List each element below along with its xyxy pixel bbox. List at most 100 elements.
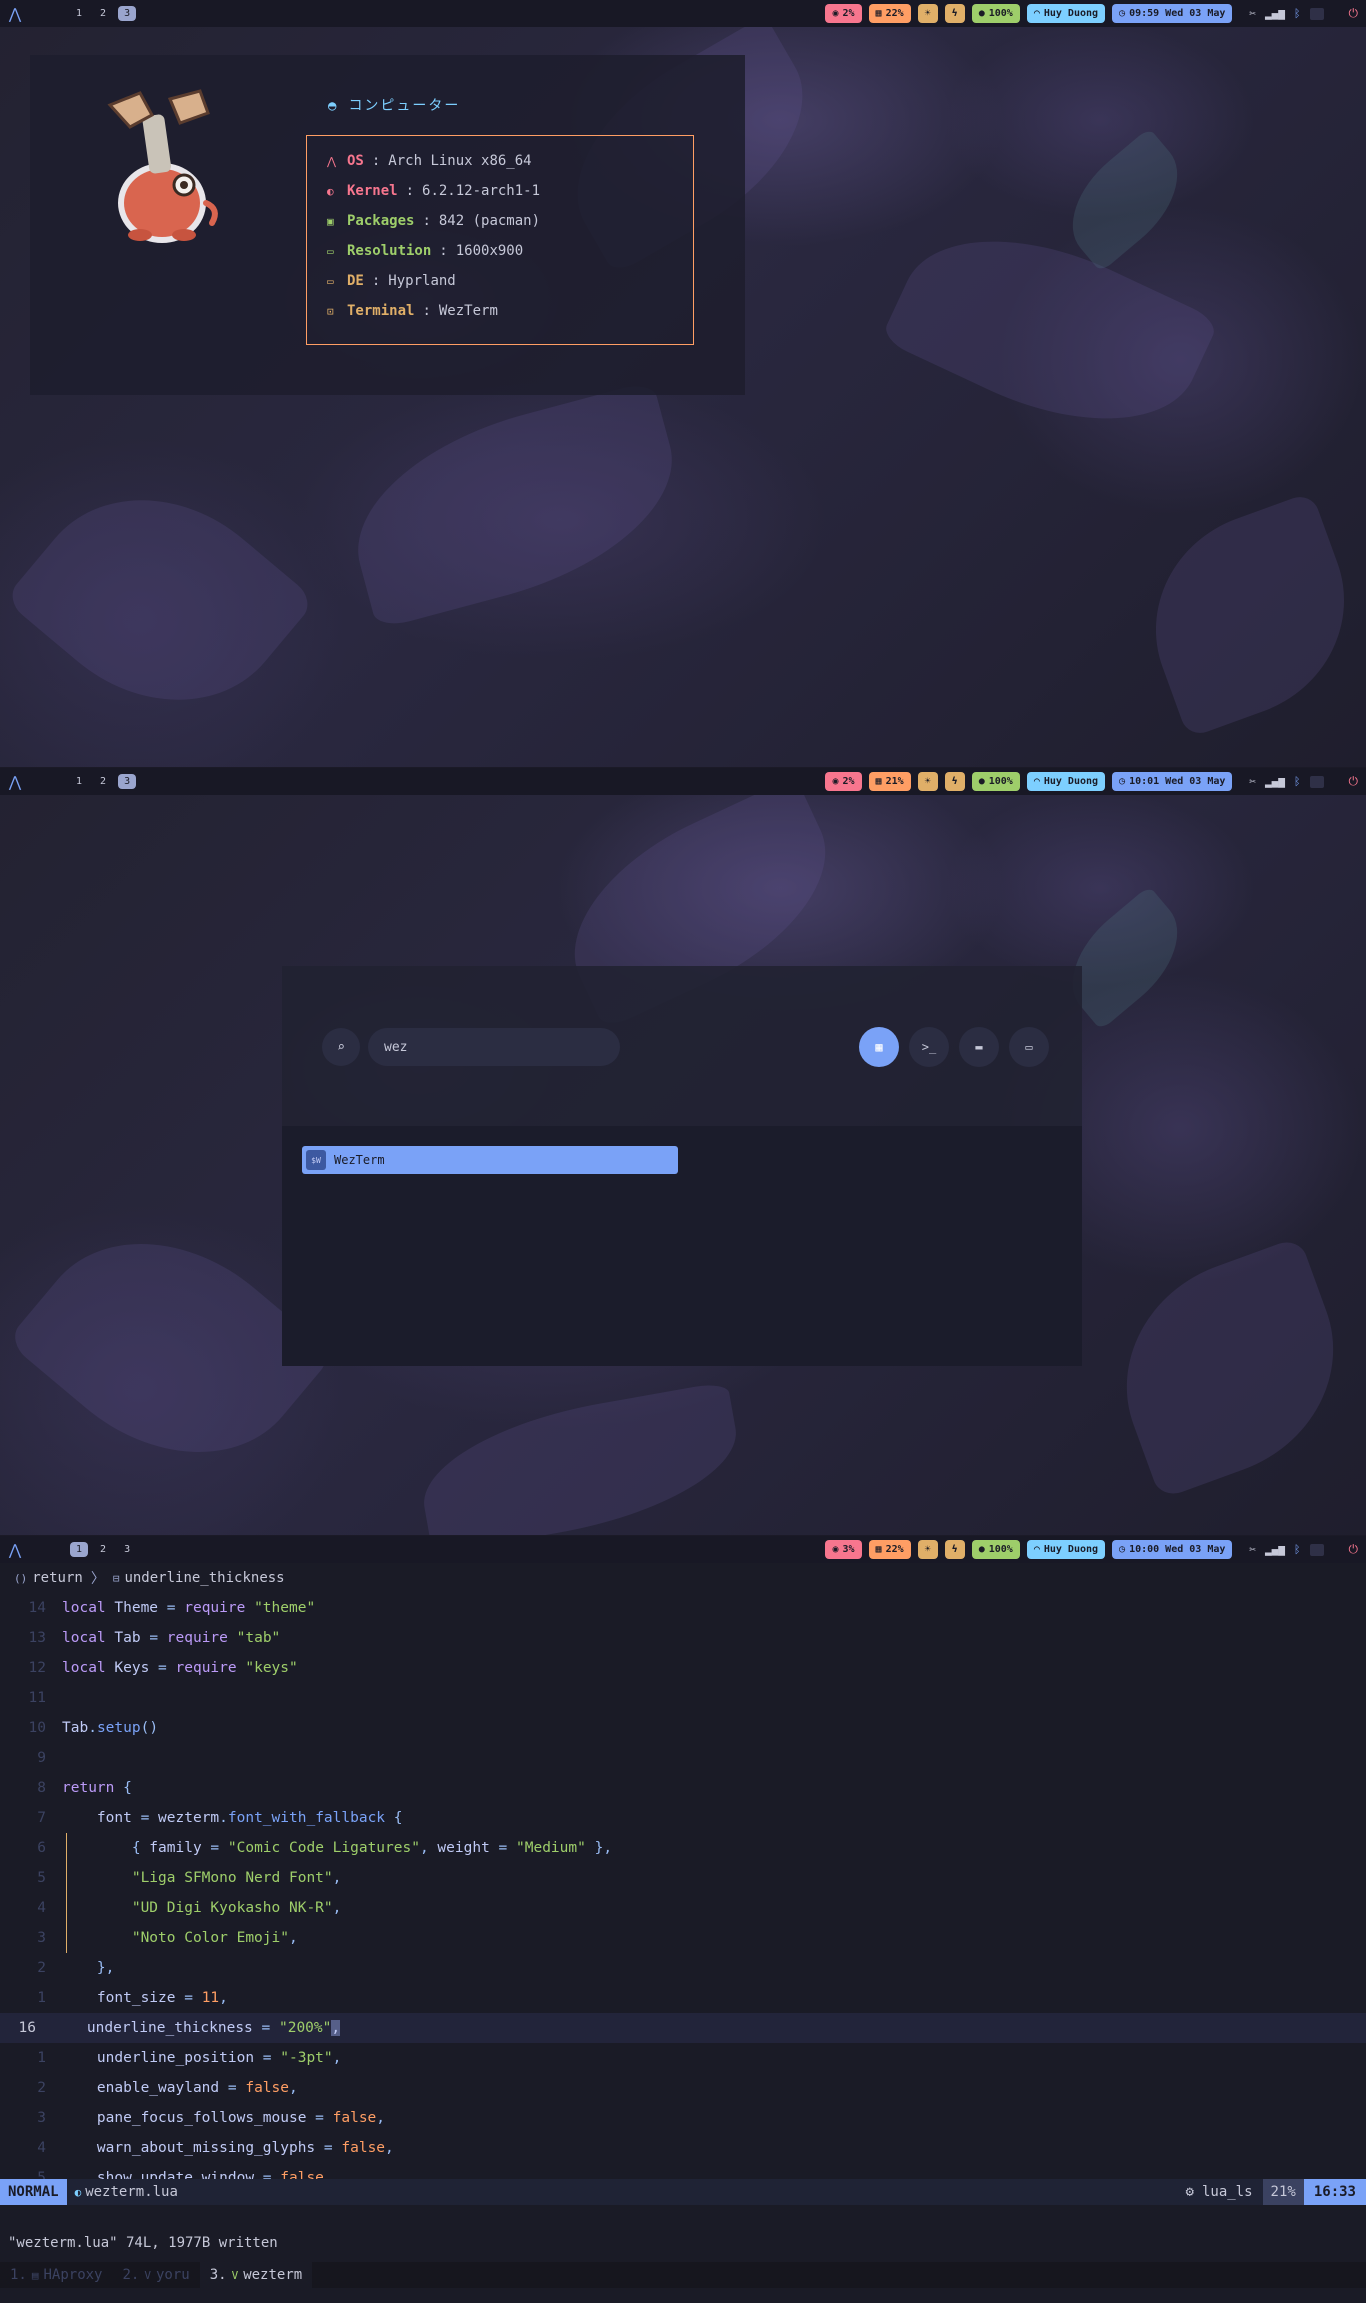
code-line[interactable]: 1 font_size = 11, — [0, 1983, 1366, 2013]
brightness-module[interactable]: ☀ — [917, 772, 938, 791]
workspace-1[interactable]: 1 — [70, 774, 88, 789]
workspace-2[interactable]: 2 — [94, 1542, 112, 1557]
code-line[interactable]: 1 underline_position = "-3pt", — [0, 2043, 1366, 2073]
code-line[interactable]: 3 "Noto Color Emoji", — [0, 1923, 1366, 1953]
indent-guide — [66, 1833, 67, 1863]
clock-module[interactable]: ◷ 10:00 Wed 03 May — [1112, 1540, 1233, 1559]
code-line[interactable]: 3 pane_focus_follows_mouse = false, — [0, 2103, 1366, 2133]
wifi-module[interactable]: ◠ Huy Duong — [1026, 772, 1106, 791]
clock-module[interactable]: ◷ 10:01 Wed 03 May — [1112, 772, 1233, 791]
gear-icon: ⚙ — [1185, 2184, 1194, 2200]
tab-wezterm[interactable]: 3. Vwezterm — [199, 2262, 313, 2288]
workspace-switcher: 1 2 3 — [70, 774, 137, 789]
tab-haproxy[interactable]: 1. ▤ HAproxy — [0, 2262, 113, 2288]
code-text: return { — [62, 1780, 132, 1796]
signal-icon[interactable]: ▂▄▆ — [1265, 775, 1285, 788]
memory-icon: ▦ — [875, 8, 882, 19]
bluetooth-icon[interactable]: ᛒ — [1294, 7, 1301, 20]
bluetooth-icon[interactable]: ᛒ — [1294, 775, 1301, 788]
battery-module[interactable]: ● 100% — [971, 4, 1020, 23]
launcher-results: $W WezTerm — [282, 1126, 1082, 1366]
code-line[interactable]: 2 enable_wayland = false, — [0, 2073, 1366, 2103]
code-line[interactable]: 6 { family = "Comic Code Ligatures", wei… — [0, 1833, 1366, 1863]
tab-yoru[interactable]: 2. Vyoru — [113, 2262, 200, 2288]
memory-module[interactable]: ▦ 21% — [868, 772, 911, 791]
window-icon[interactable]: ▭ — [1009, 1027, 1049, 1067]
code-line[interactable]: 12 local Keys = require "keys" — [0, 1653, 1366, 1683]
desktop-fetch-screen: ⋀ 1 2 3 ◉ 2% ▦ 22% ☀ ϟ ● 100% ◠ Huy Duong ◷ 0… — [0, 0, 1366, 767]
brightness-icon: ☀ — [924, 776, 931, 787]
line-number: 4 — [37, 2140, 46, 2156]
workspace-3[interactable]: 3 — [118, 6, 137, 21]
wifi-module[interactable]: ◠ Huy Duong — [1026, 1540, 1106, 1559]
result-item-wezterm[interactable]: $W WezTerm — [302, 1146, 678, 1174]
tools-icon[interactable]: ✂ — [1249, 7, 1256, 20]
code-line[interactable]: 9 — [0, 1743, 1366, 1773]
code-text: }, — [96, 1960, 115, 1976]
search-icon[interactable]: ⌕ — [322, 1028, 360, 1066]
code-line[interactable]: 7 font = wezterm.font_with_fallback { — [0, 1803, 1366, 1833]
power-profile-module[interactable]: ϟ — [944, 772, 965, 791]
battery-module[interactable]: ● 100% — [971, 772, 1020, 791]
arch-logo-icon[interactable]: ⋀ — [0, 1541, 30, 1559]
memory-module[interactable]: ▦ 22% — [868, 4, 911, 23]
package-icon: ▣ — [327, 214, 334, 228]
cpu-module[interactable]: ◉ 2% — [825, 772, 862, 791]
code-line[interactable]: 4 "UD Digi Kyokasho NK-R", — [0, 1893, 1366, 1923]
code-line[interactable]: 5 "Liga SFMono Nerd Font", — [0, 1863, 1366, 1893]
code-text: font = wezterm.font_with_fallback { — [62, 1810, 403, 1826]
brightness-module[interactable]: ☀ — [917, 4, 938, 23]
tray-app-icon[interactable] — [1309, 7, 1324, 20]
power-profile-module[interactable]: ϟ — [944, 1540, 965, 1559]
signal-icon[interactable]: ▂▄▆ — [1265, 7, 1285, 20]
window-icon: ▭ — [327, 274, 334, 288]
apps-grid-icon[interactable]: ▦ — [859, 1027, 899, 1067]
fetch-row-kernel: ◐ Kernel:6.2.12-arch1-1 — [327, 183, 541, 199]
search-input[interactable]: wez — [368, 1028, 620, 1066]
code-line[interactable]: 4 warn_about_missing_glyphs = false, — [0, 2133, 1366, 2163]
workspace-1[interactable]: 1 — [70, 6, 88, 21]
workspace-2[interactable]: 2 — [94, 6, 112, 21]
power-icon[interactable]: ⏻ — [1349, 6, 1359, 21]
battery-module[interactable]: ● 100% — [971, 1540, 1020, 1559]
clock-module[interactable]: ◷ 09:59 Wed 03 May — [1112, 4, 1233, 23]
code-line[interactable]: 8 return { — [0, 1773, 1366, 1803]
code-line[interactable]: 13 local Tab = require "tab" — [0, 1623, 1366, 1653]
tools-icon[interactable]: ✂ — [1249, 1543, 1256, 1556]
arch-logo-icon[interactable]: ⋀ — [0, 5, 30, 23]
cpu-module[interactable]: ◉ 2% — [825, 4, 862, 23]
brightness-module[interactable]: ☀ — [917, 1540, 938, 1559]
code-line-current[interactable]: 16 underline_thickness = "200%", — [0, 2013, 1366, 2043]
status-line: NORMAL ◐ wezterm.lua ⚙ lua_ls 21% 16:33 — [0, 2179, 1366, 2205]
wifi-module[interactable]: ◠ Huy Duong — [1026, 4, 1106, 23]
wifi-icon: ◠ — [1033, 1544, 1040, 1555]
arch-logo-icon[interactable]: ⋀ — [0, 773, 30, 791]
code-line[interactable]: 14 local Theme = require "theme" — [0, 1593, 1366, 1623]
power-icon[interactable]: ⏻ — [1349, 774, 1359, 789]
workspace-1[interactable]: 1 — [70, 1542, 89, 1557]
code-line[interactable]: 2 }, — [0, 1953, 1366, 1983]
tray-app-icon[interactable] — [1309, 1543, 1324, 1556]
power-profile-module[interactable]: ϟ — [944, 4, 965, 23]
run-command-icon[interactable]: >_ — [909, 1027, 949, 1067]
workspace-3[interactable]: 3 — [118, 774, 137, 789]
search-area: ⌕ wez — [322, 1026, 620, 1068]
wifi-icon: ◠ — [1033, 8, 1040, 19]
workspace-2[interactable]: 2 — [94, 774, 112, 789]
fetch-row-os: ⋀ OS: Arch Linux x86_64 — [327, 153, 532, 169]
memory-module[interactable]: ▦ 22% — [868, 1540, 911, 1559]
cpu-icon: ◉ — [832, 1544, 839, 1555]
power-icon[interactable]: ⏻ — [1349, 1542, 1359, 1557]
workspace-3[interactable]: 3 — [118, 1542, 136, 1557]
tray-app-icon[interactable] — [1309, 775, 1324, 788]
desktop-launcher-screen: ⋀ 1 2 3 ◉ 2% ▦ 21% ☀ ϟ ● 100% ◠ Huy Duong ◷ 1… — [0, 768, 1366, 1535]
code-line[interactable]: 11 — [0, 1683, 1366, 1713]
code-line[interactable]: 10 Tab.setup() — [0, 1713, 1366, 1743]
signal-icon[interactable]: ▂▄▆ — [1265, 1543, 1285, 1556]
cpu-module[interactable]: ◉ 3% — [825, 1540, 862, 1559]
tools-icon[interactable]: ✂ — [1249, 775, 1256, 788]
terminal-tab-bar: 1. ▤ HAproxy 2. Vyoru 3. Vwezterm — [0, 2262, 1366, 2288]
bluetooth-icon[interactable]: ᛒ — [1294, 1543, 1301, 1556]
code-text: Tab.setup() — [62, 1720, 159, 1736]
folder-icon[interactable]: ▬ — [959, 1027, 999, 1067]
